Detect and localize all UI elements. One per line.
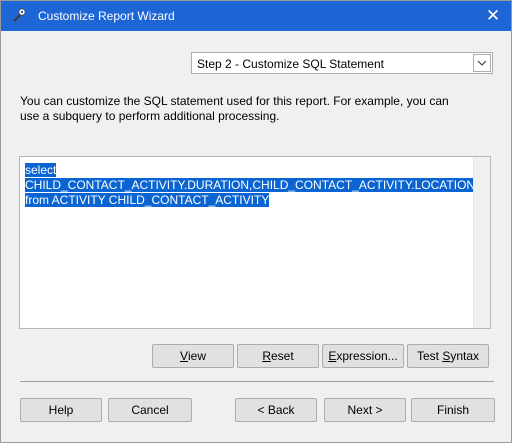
- sql-text[interactable]: select CHILD_CONTACT_ACTIVITY.DURATION,C…: [25, 163, 476, 208]
- description-text: You can customize the SQL statement used…: [20, 94, 480, 124]
- sql-line: select: [25, 163, 57, 177]
- button-label-suffix: iew: [188, 349, 207, 363]
- footer-divider: [20, 381, 494, 382]
- test-syntax-button[interactable]: Test Syntax: [407, 344, 489, 368]
- button-label-suffix: yntax: [450, 349, 480, 363]
- vertical-scrollbar[interactable]: [473, 157, 490, 328]
- next-button-label: Next >: [347, 403, 383, 417]
- wizard-window: Customize Report Wizard ✕ Step 2 - Custo…: [0, 0, 512, 443]
- cancel-button[interactable]: Cancel: [108, 398, 192, 422]
- cancel-button-label: Cancel: [131, 403, 169, 417]
- help-button[interactable]: Help: [20, 398, 102, 422]
- view-button[interactable]: View: [152, 344, 234, 368]
- window-title: Customize Report Wizard: [38, 9, 175, 23]
- next-button[interactable]: Next >: [324, 398, 406, 422]
- description-line: use a subquery to perform additional pro…: [20, 109, 280, 123]
- sql-editor[interactable]: select CHILD_CONTACT_ACTIVITY.DURATION,C…: [19, 156, 491, 329]
- finish-button[interactable]: Finish: [411, 398, 495, 422]
- sql-line: CHILD_CONTACT_ACTIVITY.DURATION,CHILD_CO…: [25, 178, 476, 192]
- button-mnemonic: S: [442, 349, 451, 363]
- button-mnemonic: E: [328, 349, 337, 363]
- title-bar: Customize Report Wizard ✕: [1, 1, 511, 31]
- reset-button[interactable]: Reset: [237, 344, 319, 368]
- button-mnemonic: R: [262, 349, 271, 363]
- help-button-label: Help: [48, 403, 74, 417]
- description-line: You can customize the SQL statement used…: [20, 94, 449, 108]
- step-dropdown-value: Step 2 - Customize SQL Statement: [197, 57, 384, 71]
- step-dropdown[interactable]: Step 2 - Customize SQL Statement: [191, 52, 493, 74]
- button-label-suffix: xpression...: [336, 349, 398, 363]
- button-label-prefix: Test: [416, 349, 443, 363]
- close-icon: ✕: [485, 6, 501, 25]
- chevron-down-icon[interactable]: [473, 54, 491, 72]
- close-button[interactable]: ✕: [475, 1, 511, 31]
- expression-button[interactable]: Expression...: [322, 344, 404, 368]
- button-mnemonic: V: [179, 349, 188, 363]
- back-button[interactable]: < Back: [235, 398, 317, 422]
- wizard-wand-icon: [11, 7, 27, 23]
- finish-button-label: Finish: [436, 403, 469, 417]
- sql-line: from ACTIVITY CHILD_CONTACT_ACTIVITY: [25, 193, 270, 207]
- button-label-suffix: eset: [270, 349, 294, 363]
- back-button-label: < Back: [257, 403, 295, 417]
- wizard-content: Step 2 - Customize SQL Statement You can…: [1, 31, 511, 442]
